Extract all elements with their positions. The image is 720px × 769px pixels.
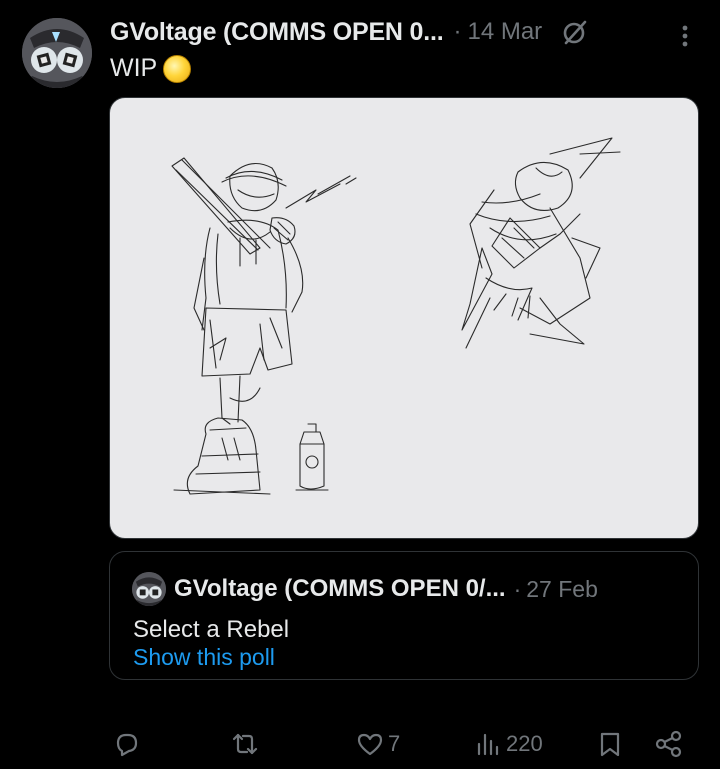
- separator-dot: ·: [453, 18, 462, 45]
- avatar-image: [22, 18, 92, 88]
- quote-header: GVoltage (COMMS OPEN 0/... · 27 Feb: [174, 572, 598, 606]
- quoted-post[interactable]: GVoltage (COMMS OPEN 0/... · 27 Feb Sele…: [109, 551, 699, 680]
- quote-author-avatar: [132, 572, 166, 606]
- post-header: GVoltage (COMMS OPEN 0... · 14 Mar: [110, 14, 700, 50]
- heart-icon: [357, 733, 383, 756]
- post-text-content: WIP: [110, 54, 158, 82]
- like-button[interactable]: 7: [356, 722, 400, 766]
- like-count: 7: [388, 731, 401, 756]
- views-count: 220: [506, 731, 543, 756]
- bookmark-button[interactable]: [596, 722, 624, 766]
- reply-button[interactable]: [112, 722, 144, 766]
- grok-icon[interactable]: [562, 19, 588, 45]
- views-icon: [477, 733, 499, 756]
- author-avatar[interactable]: [22, 18, 92, 88]
- reply-icon: [116, 733, 138, 757]
- bookmark-icon: [600, 732, 620, 757]
- coin-emoji-icon: [163, 54, 192, 83]
- share-button[interactable]: [654, 722, 684, 766]
- share-icon: [655, 730, 682, 758]
- quote-author-name: GVoltage (COMMS OPEN 0/...: [174, 575, 506, 602]
- repost-button[interactable]: [230, 722, 264, 766]
- avatar-image: [132, 572, 166, 606]
- quote-separator-dot: ·: [513, 575, 522, 602]
- author-name[interactable]: GVoltage (COMMS OPEN 0...: [110, 18, 444, 47]
- quote-timestamp: 27 Feb: [526, 575, 598, 602]
- post-text: WIP: [110, 54, 192, 83]
- post-media[interactable]: [109, 97, 699, 539]
- show-poll-link[interactable]: Show this poll: [133, 644, 275, 671]
- action-bar: 7 220: [0, 722, 720, 766]
- repost-icon: [232, 733, 258, 755]
- quote-text: Select a Rebel: [133, 616, 290, 643]
- views-button[interactable]: 220: [474, 722, 543, 766]
- more-vertical-icon[interactable]: [682, 24, 688, 48]
- post-timestamp[interactable]: 14 Mar: [467, 18, 542, 46]
- sketch-image: [171, 137, 621, 495]
